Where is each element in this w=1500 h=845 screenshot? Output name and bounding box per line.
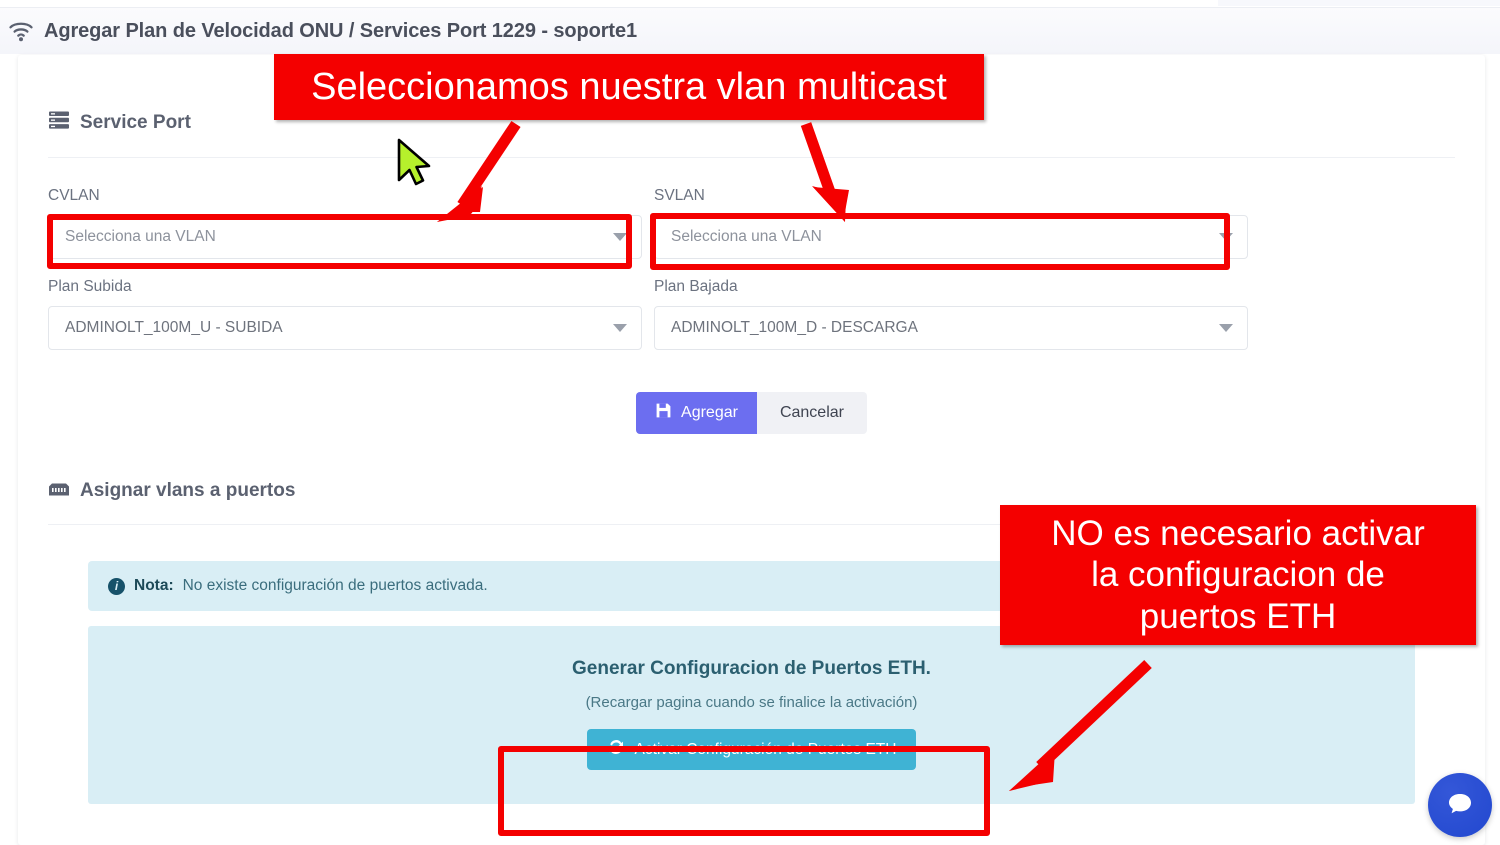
eth-config-panel: Generar Configuracion de Puertos ETH. (R…	[88, 626, 1415, 804]
note-text: No existe configuración de puertos activ…	[182, 577, 488, 594]
section-divider	[48, 157, 1455, 158]
note-prefix: Nota:	[134, 577, 174, 594]
main-card: Service Port CVLAN Selecciona una VLAN S…	[18, 55, 1485, 845]
info-icon: i	[108, 577, 125, 595]
svlan-select[interactable]: Selecciona una VLAN	[654, 215, 1248, 259]
annotation-vlan-text: Seleccionamos nuestra vlan multicast	[311, 65, 947, 108]
wifi-icon	[8, 20, 34, 42]
page-title: Agregar Plan de Velocidad ONU / Services…	[44, 19, 638, 42]
plan-subida-select[interactable]: ADMINOLT_100M_U - SUBIDA	[48, 306, 642, 350]
cvlan-select[interactable]: Selecciona una VLAN	[48, 215, 642, 259]
ethernet-port-icon	[48, 479, 70, 503]
annotation-eth-line1: NO es necesario activar	[1051, 514, 1425, 554]
chat-bubble-icon	[1445, 788, 1475, 823]
activar-button-label: Activar Configuración de Puertos ETH	[634, 740, 897, 758]
plan-bajada-label: Plan Bajada	[654, 278, 738, 295]
save-icon	[655, 402, 672, 424]
annotation-banner-vlan: Seleccionamos nuestra vlan multicast	[274, 54, 984, 120]
plan-subida-label: Plan Subida	[48, 278, 132, 295]
annotation-eth-line2: la configuracion de	[1091, 555, 1385, 595]
field-plan-bajada: Plan Bajada ADMINOLT_100M_D - DESCARGA	[654, 278, 1248, 350]
cancelar-button[interactable]: Cancelar	[756, 392, 867, 434]
top-strip-right	[1218, 0, 1500, 6]
eth-panel-title: Generar Configuracion de Puertos ETH.	[572, 658, 931, 679]
chevron-down-icon	[613, 324, 627, 332]
svlan-value: Selecciona una VLAN	[671, 228, 822, 245]
plan-bajada-value: ADMINOLT_100M_D - DESCARGA	[671, 319, 918, 336]
form-actions: Agregar Cancelar	[48, 392, 1455, 434]
form-row-plans: Plan Subida ADMINOLT_100M_U - SUBIDA Pla…	[48, 278, 1455, 350]
refresh-icon	[607, 738, 625, 761]
server-stack-icon	[48, 110, 70, 136]
field-svlan: SVLAN Selecciona una VLAN	[654, 187, 1248, 259]
agregar-button-label: Agregar	[681, 404, 738, 421]
annotation-banner-eth: NO es necesario activar la configuracion…	[1000, 505, 1476, 645]
activar-puertos-eth-button[interactable]: Activar Configuración de Puertos ETH	[586, 729, 917, 770]
chat-widget-button[interactable]	[1428, 773, 1492, 837]
chevron-down-icon	[1219, 324, 1233, 332]
agregar-button[interactable]: Agregar	[636, 392, 757, 434]
plan-bajada-select[interactable]: ADMINOLT_100M_D - DESCARGA	[654, 306, 1248, 350]
eth-panel-subtitle: (Recargar pagina cuando se finalice la a…	[585, 694, 918, 711]
field-cvlan: CVLAN Selecciona una VLAN	[48, 187, 642, 259]
svlan-label: SVLAN	[654, 187, 705, 204]
page-header: Agregar Plan de Velocidad ONU / Services…	[0, 8, 1500, 54]
assign-vlans-title: Asignar vlans a puertos	[80, 480, 296, 501]
app-root: Agregar Plan de Velocidad ONU / Services…	[0, 0, 1500, 845]
chevron-down-icon	[1219, 233, 1233, 241]
cvlan-label: CVLAN	[48, 187, 100, 204]
form-row-vlans: CVLAN Selecciona una VLAN SVLAN Seleccio…	[48, 187, 1455, 259]
assign-vlans-heading: Asignar vlans a puertos	[48, 434, 1455, 503]
plan-subida-value: ADMINOLT_100M_U - SUBIDA	[65, 319, 283, 336]
cvlan-value: Selecciona una VLAN	[65, 228, 216, 245]
annotation-eth-line3: puertos ETH	[1139, 596, 1337, 636]
field-plan-subida: Plan Subida ADMINOLT_100M_U - SUBIDA	[48, 278, 642, 350]
service-port-title: Service Port	[80, 112, 191, 133]
chevron-down-icon	[613, 233, 627, 241]
